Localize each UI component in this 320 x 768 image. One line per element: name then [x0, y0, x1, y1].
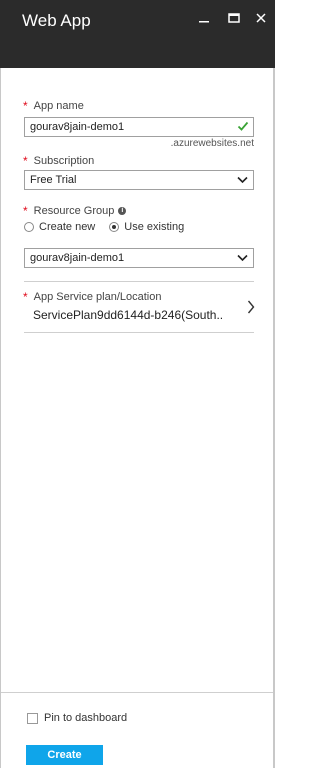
info-icon[interactable]: i	[118, 207, 127, 215]
domain-suffix: .azurewebsites.net	[170, 138, 254, 149]
radio-button-use-existing[interactable]	[109, 222, 120, 232]
pin-to-dashboard-checkbox[interactable]	[27, 712, 38, 724]
maximize-button[interactable]	[224, 8, 244, 28]
create-button[interactable]: Create	[26, 745, 103, 765]
app-service-plan-selector[interactable]: * App Service plan/Location ServicePlan9…	[23, 290, 255, 326]
minimize-button[interactable]	[194, 8, 214, 28]
frame-right-border	[273, 68, 275, 768]
resource-group-label-text: Resource Group	[33, 205, 115, 217]
minimize-icon	[199, 21, 209, 23]
close-button[interactable]	[251, 8, 271, 28]
divider	[24, 332, 254, 333]
chevron-down-icon	[237, 254, 248, 262]
subscription-label: * Subscription	[23, 154, 94, 168]
divider	[24, 281, 254, 282]
close-icon	[256, 13, 266, 23]
required-marker: *	[23, 99, 28, 113]
app-name-value: gourav8jain-demo1	[30, 121, 125, 133]
app-service-plan-label: * App Service plan/Location	[23, 290, 161, 304]
maximize-icon	[228, 13, 240, 23]
resource-group-label: * Resource Group i	[23, 204, 127, 218]
required-marker: *	[23, 154, 28, 168]
radio-create-new[interactable]: Create new	[24, 221, 95, 233]
pin-to-dashboard[interactable]: Pin to dashboard	[27, 712, 127, 724]
app-service-plan-label-text: App Service plan/Location	[33, 291, 162, 303]
subscription-label-text: Subscription	[33, 155, 95, 167]
footer-divider	[1, 692, 273, 693]
resource-group-radio-group: Create new Use existing	[24, 221, 198, 233]
app-service-plan-value: ServicePlan9dd6144d-b246(South..	[33, 308, 224, 322]
pin-to-dashboard-label: Pin to dashboard	[44, 712, 128, 724]
required-marker: *	[23, 290, 28, 304]
resource-group-select[interactable]: gourav8jain-demo1	[24, 248, 254, 268]
radio-use-existing-label: Use existing	[124, 221, 185, 233]
radio-use-existing[interactable]: Use existing	[109, 221, 184, 233]
subscription-value: Free Trial	[30, 174, 77, 186]
frame-left-border	[0, 68, 1, 768]
required-marker: *	[23, 204, 28, 218]
radio-create-new-label: Create new	[39, 221, 96, 233]
app-name-input[interactable]: gourav8jain-demo1	[24, 117, 254, 137]
checkmark-icon	[237, 121, 249, 131]
resource-group-value: gourav8jain-demo1	[30, 252, 125, 264]
title-bar: Web App	[0, 0, 275, 68]
subscription-select[interactable]: Free Trial	[24, 170, 254, 190]
window-title: Web App	[22, 11, 91, 30]
app-name-label: * App name	[23, 99, 84, 113]
chevron-right-icon	[247, 300, 255, 314]
radio-button-create-new[interactable]	[24, 222, 34, 232]
chevron-down-icon	[237, 176, 248, 184]
app-name-label-text: App name	[33, 100, 84, 112]
